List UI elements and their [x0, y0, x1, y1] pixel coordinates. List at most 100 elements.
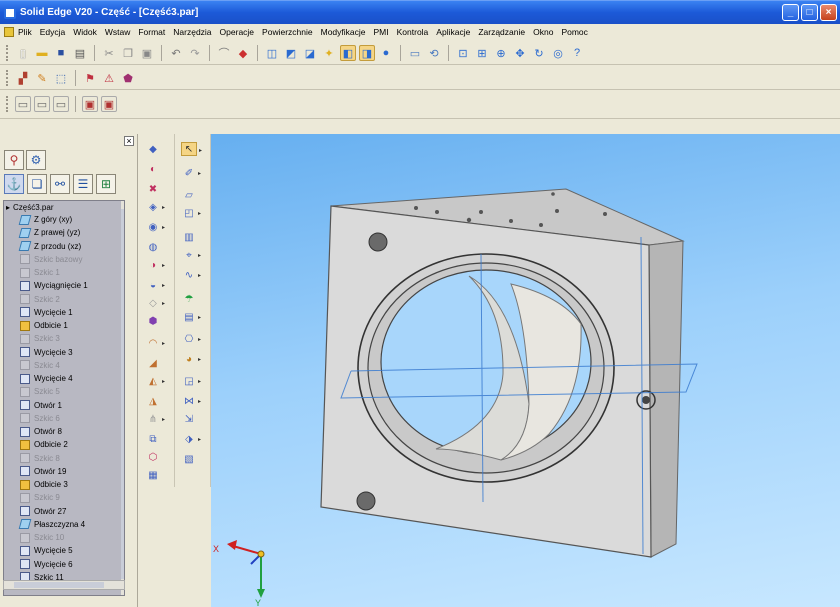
tree-root[interactable]: ▸ Część3.par — [4, 201, 124, 213]
hole-icon[interactable]: ◉ ▸ — [145, 220, 165, 234]
parts-tab[interactable]: ❏ — [27, 174, 47, 194]
intersect-icon[interactable]: ⎔ ▸ — [181, 332, 201, 346]
render-sphere-icon[interactable]: ● — [378, 45, 394, 61]
tree-item[interactable]: Z prawej (yz) — [4, 226, 124, 239]
tree-item[interactable]: Otwór 1 — [4, 399, 124, 412]
paste-icon[interactable]: ▣ — [139, 45, 155, 61]
tree-item[interactable]: Szkic 10 — [4, 531, 124, 544]
draft-icon[interactable]: ◭ ▸ — [145, 374, 165, 388]
plane-tool-icon[interactable]: ▱ — [181, 188, 197, 202]
sweep-icon[interactable]: ◈ ▸ — [145, 200, 165, 214]
copy-icon[interactable]: ❐ — [120, 45, 136, 61]
view-front-icon[interactable]: ◫ — [264, 45, 280, 61]
menu-applications[interactable]: Aplikacje — [436, 27, 470, 37]
feature-pathfinder-tab[interactable]: ⚲ — [4, 150, 24, 170]
select-tool-icon[interactable]: ↖ ▸ — [181, 142, 202, 156]
toolbar-grip[interactable] — [6, 96, 9, 112]
library-tab[interactable]: ☰ — [73, 174, 93, 194]
redo-icon[interactable]: ↷ — [187, 45, 203, 61]
rotate-icon[interactable]: ⟲ — [426, 45, 442, 61]
feature-library-icon[interactable]: ▞ — [15, 70, 31, 86]
coincident-plane-icon[interactable]: ◰ ▸ — [181, 206, 201, 220]
sketch-tool-icon[interactable]: ✐ ▸ — [181, 166, 201, 180]
menu-edit[interactable]: Edycja — [40, 27, 66, 37]
tree-item[interactable]: Szkic 4 — [4, 359, 124, 372]
tree-item[interactable]: Szkic 9 — [4, 491, 124, 504]
menu-manage[interactable]: Zarządzanie — [478, 27, 525, 37]
menu-window[interactable]: Okno — [533, 27, 553, 37]
tree-item[interactable]: Płaszczyzna 4 — [4, 518, 124, 531]
tree-item[interactable]: Wycięcie 6 — [4, 558, 124, 571]
tree-item[interactable]: Z przodu (xz) — [4, 240, 124, 253]
view-3-icon[interactable]: ▭ — [53, 96, 69, 112]
spin-icon[interactable]: ↻ — [531, 45, 547, 61]
tree-item[interactable]: Szkic 5 — [4, 385, 124, 398]
web-icon[interactable]: ◒ ▸ — [145, 278, 165, 292]
help-icon[interactable]: ? — [569, 45, 585, 61]
view-1-icon[interactable]: ▭ — [15, 96, 31, 112]
tree-item[interactable]: Otwór 19 — [4, 465, 124, 478]
chamfer-icon[interactable]: ◢ — [145, 356, 161, 370]
pane-close-button[interactable]: × — [124, 136, 134, 146]
shade-on-icon[interactable]: ◧ — [340, 45, 356, 61]
display-icon[interactable]: ▭ — [407, 45, 423, 61]
select-icon[interactable]: ◆ — [235, 45, 251, 61]
expand-icon[interactable]: ▸ — [6, 203, 10, 212]
sketch-icon[interactable]: ⌒ — [216, 45, 232, 61]
tree-item[interactable]: Odbicie 3 — [4, 478, 124, 491]
menu-pmi[interactable]: PMI — [374, 27, 389, 37]
minimize-button[interactable]: _ — [782, 4, 799, 21]
fit-icon[interactable]: ⊡ — [455, 45, 471, 61]
view-top-icon[interactable]: ◪ — [302, 45, 318, 61]
undo-icon[interactable]: ↶ — [168, 45, 184, 61]
new-file-icon[interactable]: ▯ — [15, 45, 31, 61]
view-4-icon[interactable]: ▣ — [82, 96, 98, 112]
tree-item[interactable]: Wycięcie 3 — [4, 346, 124, 359]
tree-item[interactable]: Wycięcie 4 — [4, 372, 124, 385]
tree-item[interactable]: Szkic bazowy — [4, 253, 124, 266]
stitch-icon[interactable]: ⬗ ▸ — [181, 432, 201, 446]
thin-wall-icon[interactable]: ◮ — [145, 394, 161, 408]
split-icon[interactable]: ◲ ▸ — [181, 374, 201, 388]
tree-item[interactable]: Z góry (xy) — [4, 213, 124, 226]
rib-icon[interactable]: ◑ ▸ — [145, 258, 165, 272]
curve-icon[interactable]: ∿ ▸ — [181, 268, 201, 282]
part-model[interactable]: X Y — [211, 134, 840, 607]
layers-tab[interactable]: ⚙ — [26, 150, 46, 170]
assembly-tab[interactable]: ⊞ — [96, 174, 116, 194]
thread-icon[interactable]: ◍ — [145, 240, 161, 254]
tree-item[interactable]: Wycięcie 1 — [4, 306, 124, 319]
menu-tools[interactable]: Narzędzia — [173, 27, 211, 37]
tree-item[interactable]: Szkic 1 — [4, 266, 124, 279]
menu-surfaces[interactable]: Powierzchnie — [262, 27, 313, 37]
surface-icon[interactable]: ☂ — [181, 292, 197, 306]
relations-tab[interactable]: ⚯ — [50, 174, 70, 194]
zoom-area-icon[interactable]: ⊞ — [474, 45, 490, 61]
tree-item[interactable]: Otwór 8 — [4, 425, 124, 438]
zoom-icon[interactable]: ⊕ — [493, 45, 509, 61]
tree-item[interactable]: Szkic 6 — [4, 412, 124, 425]
point-icon[interactable]: ⌖ ▸ — [181, 248, 201, 262]
tree-item[interactable]: Otwór 27 — [4, 505, 124, 518]
add-body-icon[interactable]: ▦ — [145, 468, 161, 482]
constraint-icon[interactable]: ⚑ — [82, 70, 98, 86]
menu-insert[interactable]: Wstaw — [105, 27, 131, 37]
variables-icon[interactable]: ⬚ — [53, 70, 69, 86]
lip-icon[interactable]: ◇ ▸ — [145, 296, 165, 310]
3d-viewport[interactable]: X Y — [211, 134, 840, 607]
tree-item[interactable]: Odbicie 1 — [4, 319, 124, 332]
revolve-icon[interactable]: ◐ — [145, 162, 161, 176]
menu-help[interactable]: Pomoc — [561, 27, 587, 37]
pattern-icon[interactable]: ⋔ ▸ — [145, 412, 165, 426]
part-painter-icon[interactable]: ✎ — [34, 70, 50, 86]
tree-view-tab[interactable]: ⚓ — [4, 174, 24, 194]
tree-item[interactable]: Odbicie 2 — [4, 438, 124, 451]
view-iso-icon[interactable]: ◩ — [283, 45, 299, 61]
shell-icon[interactable]: ⬢ — [145, 314, 161, 328]
toolbar-grip[interactable] — [6, 70, 9, 86]
tree-horizontal-scrollbar[interactable] — [3, 580, 125, 590]
mirror-feature-icon[interactable]: ⧉ — [145, 432, 161, 446]
blend-icon[interactable]: ◕ ▸ — [181, 352, 201, 366]
cutout-icon[interactable]: ✖ — [145, 182, 161, 196]
maximize-button[interactable]: □ — [801, 4, 818, 21]
